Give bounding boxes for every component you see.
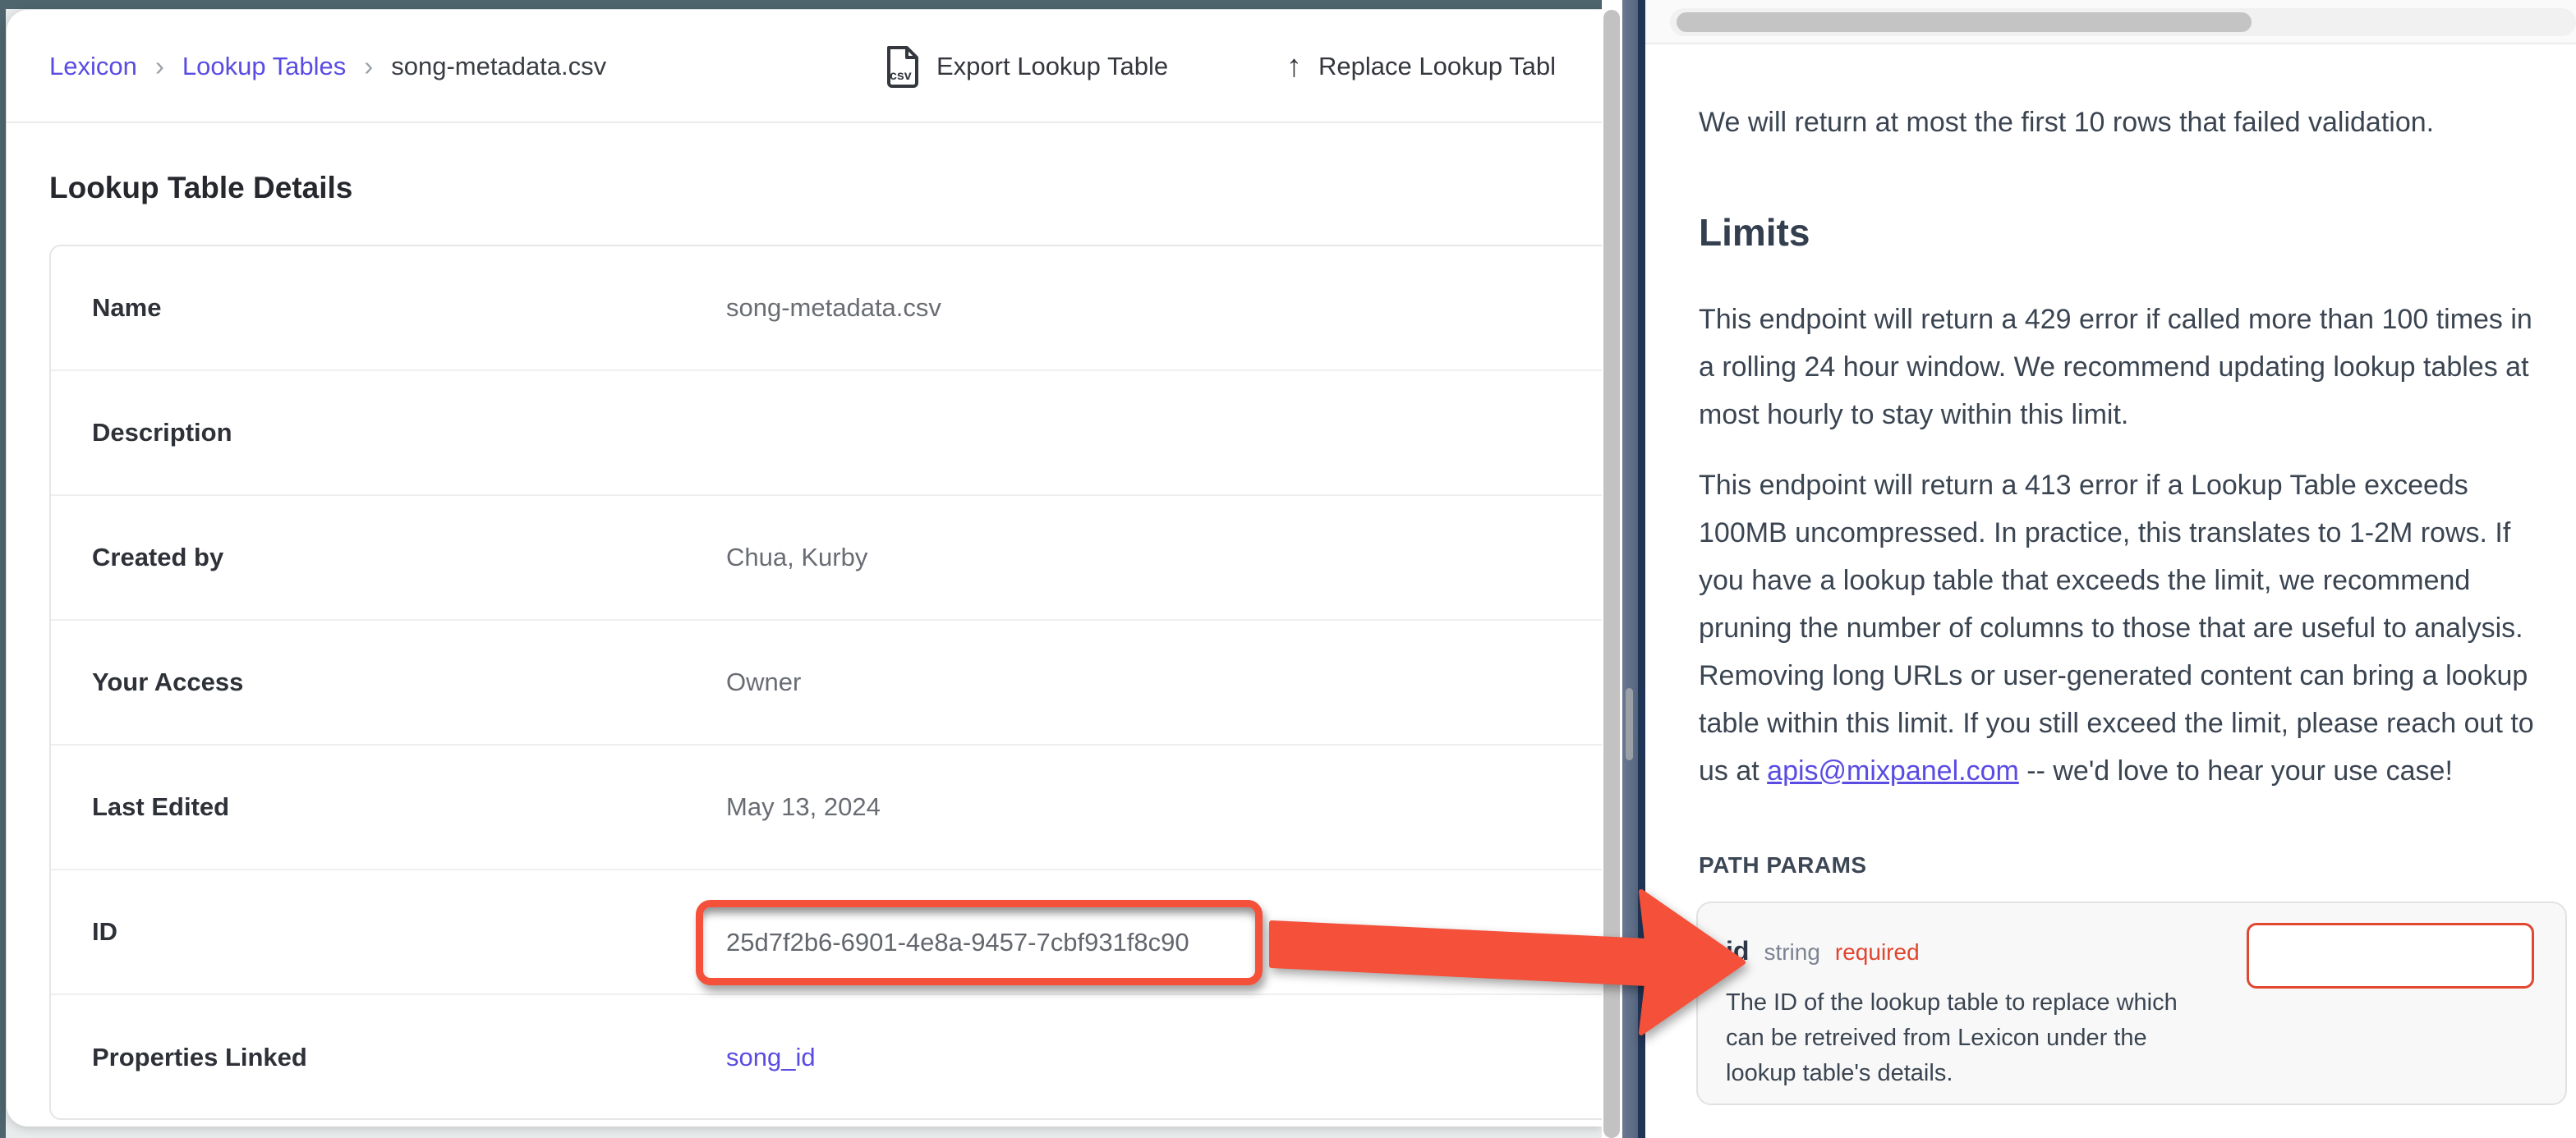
row-label: Name [92, 293, 161, 323]
window-divider-edge [1638, 0, 1645, 1138]
table-row: Properties Linked song_id [51, 995, 1602, 1120]
paragraph-413-text: This endpoint will return a 413 error if… [1699, 470, 2534, 787]
replace-button-label: Replace Lookup Tabl [1318, 52, 1556, 81]
id-value-annotation-box: 25d7f2b6-6901-4e8a-9457-7cbf931f8c90 [696, 900, 1263, 985]
breadcrumb-lexicon[interactable]: Lexicon [49, 52, 137, 81]
export-button-label: Export Lookup Table [936, 52, 1168, 81]
table-row: ID 25d7f2b6-6901-4e8a-9457-7cbf931f8c90 [51, 870, 1602, 995]
apis-mixpanel-email-link[interactable]: apis@mixpanel.com [1767, 755, 2019, 787]
horizontal-scrollbar-track[interactable] [1670, 8, 2576, 36]
table-row: Last Edited May 13, 2024 [51, 746, 1602, 870]
path-params-label: PATH PARAMS [1699, 852, 1867, 879]
row-label: Your Access [92, 668, 243, 697]
row-label: ID [92, 917, 117, 947]
id-value: 25d7f2b6-6901-4e8a-9457-7cbf931f8c90 [726, 928, 1189, 957]
table-row: Name song-metadata.csv [51, 246, 1602, 371]
csv-file-icon: csv [884, 45, 920, 88]
param-name: id [1726, 936, 1749, 966]
left-window-scrollbar[interactable] [1603, 10, 1620, 1138]
breadcrumb-lookup-tables[interactable]: Lookup Tables [182, 52, 346, 81]
id-param-card: id string required The ID of the lookup … [1696, 902, 2567, 1105]
id-param-input[interactable] [2247, 923, 2534, 989]
row-value: Owner [726, 668, 801, 697]
arrow-up-icon: ↑ [1286, 51, 1302, 82]
row-label: Properties Linked [92, 1043, 307, 1072]
lookup-table-details-window: Lexicon › Lookup Tables › song-metadata.… [0, 0, 1602, 1138]
breadcrumb-current-file: song-metadata.csv [391, 52, 606, 81]
lexicon-page: Lexicon › Lookup Tables › song-metadata.… [7, 10, 1602, 1127]
param-type: string [1764, 939, 1819, 966]
breadcrumb: Lexicon › Lookup Tables › song-metadata.… [49, 10, 606, 123]
window-edge-top [0, 0, 1602, 9]
breadcrumb-separator-icon: › [364, 51, 373, 82]
row-value: Chua, Kurby [726, 543, 867, 572]
row-label: Last Edited [92, 792, 229, 822]
linked-property-link[interactable]: song_id [726, 1043, 816, 1072]
param-required-badge: required [1835, 939, 1920, 966]
api-docs-panel: We will return at most the first 10 rows… [1645, 0, 2576, 1138]
breadcrumb-separator-icon: › [155, 51, 164, 82]
paragraph-413-text-after: -- we'd love to hear your use case! [2019, 755, 2453, 787]
row-label: Created by [92, 543, 223, 572]
horizontal-scrollbar-thumb[interactable] [1677, 12, 2252, 32]
param-description: The ID of the lookup table to replace wh… [1726, 985, 2202, 1091]
divider-scrollbar-thumb[interactable] [1626, 688, 1633, 760]
page-title: Lookup Table Details [49, 171, 352, 205]
row-value: May 13, 2024 [726, 792, 881, 822]
table-row: Created by Chua, Kurby [51, 496, 1602, 621]
docs-scroll-header [1645, 0, 2576, 44]
limits-heading: Limits [1699, 210, 1810, 255]
limits-paragraph-413: This endpoint will return a 413 error if… [1699, 461, 2538, 795]
table-row: Description [51, 371, 1602, 496]
row-label: Description [92, 418, 232, 447]
limits-paragraph-429: This endpoint will return a 429 error if… [1699, 296, 2538, 438]
row-value: song-metadata.csv [726, 293, 941, 323]
window-edge-left [0, 0, 6, 1138]
table-row: Your Access Owner [51, 621, 1602, 746]
details-table: Name song-metadata.csv Description Created … [49, 245, 1602, 1120]
replace-lookup-table-button[interactable]: ↑ Replace Lookup Tabl [1286, 10, 1556, 123]
export-lookup-table-button[interactable]: csv Export Lookup Table [884, 10, 1168, 123]
docs-intro-text: We will return at most the first 10 rows… [1699, 107, 2545, 139]
page-header: Lexicon › Lookup Tables › song-metadata.… [7, 10, 1602, 123]
id-param-header: id string required [1726, 936, 1920, 966]
svg-text:csv: csv [890, 69, 912, 83]
